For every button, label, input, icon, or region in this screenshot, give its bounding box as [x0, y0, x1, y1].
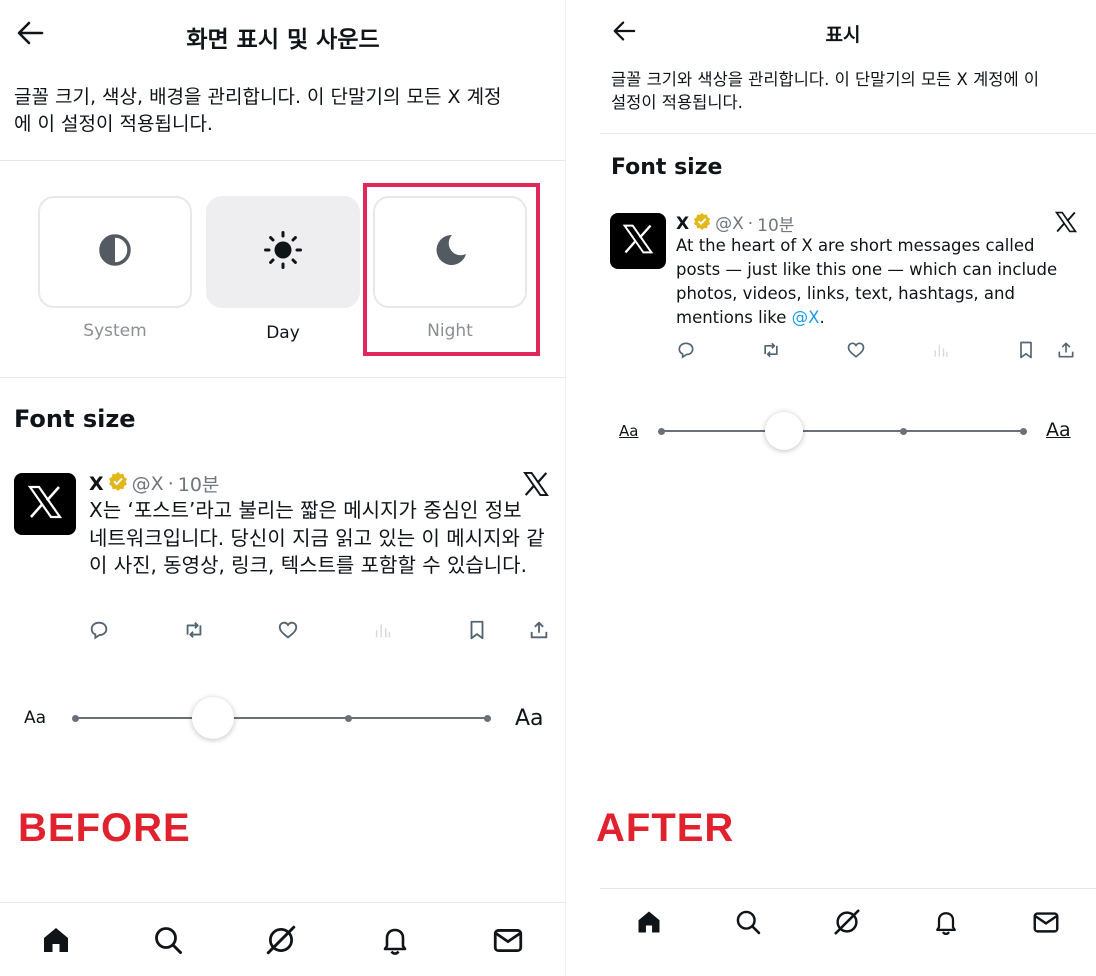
slider-max-label: Aa: [1046, 419, 1071, 441]
post-handle: @X: [131, 472, 164, 495]
post-header: X @X · 10분: [676, 211, 794, 236]
avatar: [14, 473, 76, 535]
post-header: X @X · 10분: [89, 470, 219, 497]
slider-step-dot: [900, 428, 907, 435]
settings-description: 글꼴 크기와 색상을 관리합니다. 이 단말기의 모든 X 계정에 이 설정이 …: [611, 70, 1040, 113]
sun-icon: [263, 230, 303, 274]
messages-icon[interactable]: [1031, 907, 1061, 937]
post-actions: [88, 619, 550, 641]
bookmark-icon[interactable]: [466, 619, 488, 641]
home-icon[interactable]: [635, 908, 663, 936]
font-size-title: Font size: [611, 155, 723, 180]
repost-icon[interactable]: [183, 619, 205, 641]
x-logo-icon: [26, 483, 64, 525]
slider-step-dot: [345, 715, 352, 722]
font-size-slider-thumb[interactable]: [765, 412, 803, 450]
grok-icon[interactable]: [832, 907, 862, 937]
font-size-slider-thumb[interactable]: [192, 697, 234, 739]
verified-badge-icon: [108, 471, 128, 496]
views-icon[interactable]: [931, 340, 951, 360]
grok-icon[interactable]: [264, 923, 298, 957]
before-panel: 화면 표시 및 사운드 글꼴 크기, 색상, 배경을 관리합니다. 이 단말기의…: [0, 0, 566, 976]
theme-option-system[interactable]: [38, 196, 192, 308]
notifications-icon[interactable]: [379, 924, 411, 956]
back-arrow-icon[interactable]: [612, 20, 636, 46]
mention-link[interactable]: @X: [792, 308, 820, 327]
post-author-name: X: [89, 472, 104, 495]
page-title: 표시: [825, 24, 861, 46]
bottom-navigation: [600, 888, 1096, 954]
font-size-slider-track[interactable]: [76, 717, 488, 719]
bottom-navigation: [0, 902, 565, 976]
post-handle: @X: [715, 213, 744, 234]
reply-icon[interactable]: [676, 340, 696, 360]
page-title: 화면 표시 및 사운드: [186, 27, 380, 53]
post-time: 10분: [177, 474, 220, 496]
slider-step-dot: [72, 715, 79, 722]
meta-separator: ·: [747, 213, 754, 234]
highlight-box: [363, 183, 540, 356]
post-text: At the heart of X are short messages cal…: [676, 234, 1080, 330]
post-actions: [676, 340, 1076, 360]
post-text-main: At the heart of X are short messages cal…: [676, 236, 1058, 327]
avatar: [610, 213, 666, 269]
reply-icon[interactable]: [88, 619, 110, 641]
slider-step-dot: [658, 428, 665, 435]
theme-option-day[interactable]: [206, 196, 360, 308]
repost-icon[interactable]: [761, 340, 781, 360]
theme-label-system: System: [83, 321, 147, 341]
like-icon[interactable]: [277, 619, 299, 641]
font-size-slider-track[interactable]: [662, 430, 1024, 432]
search-icon[interactable]: [734, 908, 762, 936]
post-text: X는 ‘포스트’라고 불리는 짧은 메시지가 중심인 정보 네트워크입니다. 당…: [89, 498, 545, 578]
divider: [0, 160, 565, 161]
meta-separator: ·: [167, 472, 174, 495]
after-caption: AFTER: [596, 806, 735, 850]
slider-min-label: Aa: [24, 708, 47, 728]
post-author-name: X: [676, 213, 690, 234]
search-icon[interactable]: [152, 924, 184, 956]
views-icon[interactable]: [372, 619, 394, 641]
post-text-end: .: [819, 307, 825, 327]
share-icon[interactable]: [1056, 340, 1076, 360]
half-circle-icon: [98, 233, 132, 271]
slider-max-label: Aa: [515, 706, 544, 731]
divider: [600, 133, 1096, 134]
slider-min-label: Aa: [619, 422, 639, 440]
x-logo-icon: [621, 222, 655, 260]
divider: [0, 377, 565, 378]
settings-description: 글꼴 크기, 색상, 배경을 관리합니다. 이 단말기의 모든 X 계정 에 이…: [14, 86, 502, 135]
post-time: 10분: [757, 216, 795, 236]
like-icon[interactable]: [846, 340, 866, 360]
theme-label-day: Day: [266, 323, 300, 343]
font-size-title: Font size: [14, 405, 136, 433]
bookmark-icon[interactable]: [1016, 340, 1036, 360]
verified-badge-icon: [693, 212, 711, 235]
after-panel: 표시 글꼴 크기와 색상을 관리합니다. 이 단말기의 모든 X 계정에 이 설…: [566, 0, 1096, 976]
messages-icon[interactable]: [491, 923, 525, 957]
slider-step-dot: [484, 715, 491, 722]
slider-step-dot: [1020, 428, 1027, 435]
before-caption: BEFORE: [18, 806, 191, 850]
notifications-icon[interactable]: [932, 908, 960, 936]
share-icon[interactable]: [528, 619, 550, 641]
home-icon[interactable]: [40, 924, 72, 956]
